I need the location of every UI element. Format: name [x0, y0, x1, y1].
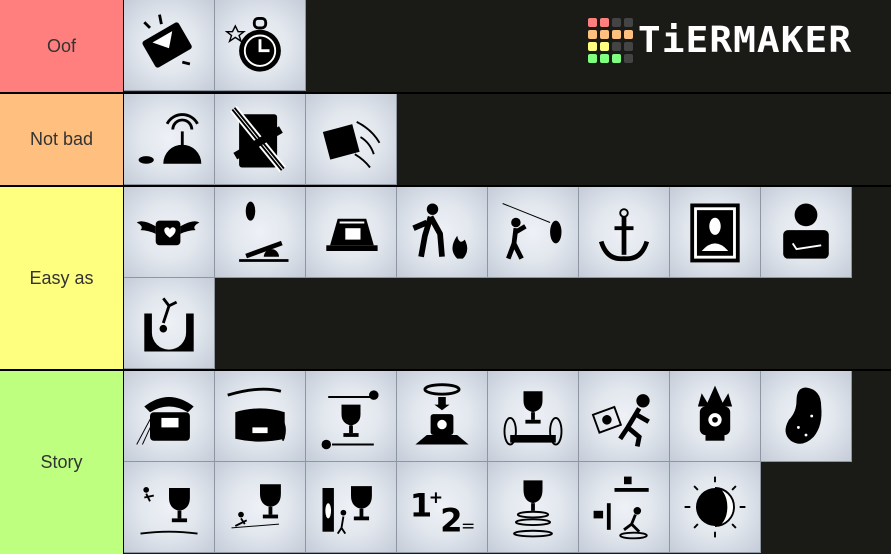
tier-item[interactable]: [761, 187, 852, 278]
logo-grid-cell: [600, 18, 609, 27]
logo-text: TiERMAKER: [637, 19, 853, 61]
tier-item[interactable]: [124, 278, 215, 369]
tier-item[interactable]: [306, 187, 397, 278]
trophy-portal-stack-icon: [513, 480, 553, 538]
overgrown-panel-icon: [227, 387, 286, 442]
logo-grid-cell: [600, 30, 609, 39]
tier-item[interactable]: [306, 371, 397, 462]
tier-board: Oof Not bad Easy as Story 1 +2 = TiERMAKER: [0, 0, 891, 554]
logo-grid-icon: [588, 18, 633, 63]
tier-item[interactable]: [397, 371, 488, 462]
tier-item[interactable]: [306, 94, 397, 185]
tier-item[interactable]: [670, 462, 761, 553]
tier-label[interactable]: Not bad: [0, 94, 124, 185]
tier-items: 1 +2 =: [124, 371, 891, 554]
tier-item[interactable]: 1 +2 =: [397, 462, 488, 553]
tier-item[interactable]: [670, 187, 761, 278]
radar-mouse-icon: [138, 113, 202, 164]
tier-item[interactable]: [761, 371, 852, 462]
falling-person-pit-icon: [144, 297, 194, 352]
tier-items: [124, 187, 891, 369]
tier-row-easy-as: Easy as: [0, 187, 891, 369]
svg-text:2: 2: [440, 502, 462, 540]
logo-grid-cell: [588, 54, 597, 63]
shattered-panel-icon: [142, 14, 192, 68]
tier-label[interactable]: Story: [0, 371, 124, 554]
logo-grid-cell: [600, 42, 609, 51]
tier-item[interactable]: [215, 462, 306, 553]
tier-item[interactable]: [124, 187, 215, 278]
math-1-plus-2-icon: 1+2=: [410, 487, 476, 540]
logo-grid-cell: [612, 18, 621, 27]
tier-label[interactable]: Oof: [0, 0, 124, 92]
person-turret-laser-icon: [502, 203, 562, 260]
logo-grid-cell: [624, 42, 633, 51]
tier-row-story: Story 1 +2 =: [0, 371, 891, 554]
tier-item[interactable]: [488, 371, 579, 462]
logo-grid-cell: [600, 54, 609, 63]
tier-item[interactable]: [124, 94, 215, 185]
crossed-arms-person-icon: [783, 203, 829, 259]
tier-item[interactable]: [215, 187, 306, 278]
moon-sun-icon: [684, 476, 746, 538]
tier-items: [124, 94, 891, 185]
tier-item[interactable]: [488, 462, 579, 553]
trophy-slide-icon: [231, 484, 281, 529]
crowned-core-icon: [697, 385, 733, 441]
tier-item[interactable]: [579, 462, 670, 553]
tier-item[interactable]: [579, 371, 670, 462]
portal-cube-button-icon: [415, 383, 469, 445]
flying-panel-icon: [322, 121, 381, 169]
trophy-lasers-icon: [321, 390, 379, 450]
bed-radio-icon: [326, 218, 378, 251]
trophy-portals-icon: [503, 391, 563, 446]
stopwatch-icon: [224, 16, 281, 72]
logo-grid-cell: [624, 54, 633, 63]
tiermaker-logo[interactable]: TiERMAKER: [588, 18, 851, 63]
logo-grid-cell: [588, 42, 597, 51]
logo-grid-cell: [612, 30, 621, 39]
crossed-door-icon: [230, 105, 287, 173]
potato-icon: [785, 387, 822, 444]
logo-grid-cell: [624, 18, 633, 27]
tier-label[interactable]: Easy as: [0, 187, 124, 369]
tier-item[interactable]: [124, 462, 215, 553]
winged-companion-cube-icon: [136, 220, 200, 246]
tier-item[interactable]: [670, 371, 761, 462]
person-panel-run-icon: [591, 394, 650, 447]
telephone-icon: [136, 397, 194, 445]
tier-item[interactable]: [124, 0, 215, 91]
logo-grid-cell: [588, 30, 597, 39]
person-faith-plate-icon: [593, 476, 649, 540]
logo-grid-cell: [612, 42, 621, 51]
anchor-icon: [598, 208, 650, 262]
turret-catapult-icon: [239, 201, 289, 262]
tier-item[interactable]: [124, 371, 215, 462]
framed-portrait-icon: [690, 203, 740, 263]
logo-grid-cell: [624, 30, 633, 39]
tier-item[interactable]: [215, 94, 306, 185]
tier-item[interactable]: [306, 462, 397, 553]
tier-item[interactable]: [488, 187, 579, 278]
tier-item[interactable]: [579, 187, 670, 278]
person-fire-icon: [412, 203, 468, 259]
tier-item[interactable]: [397, 187, 488, 278]
tier-item[interactable]: [215, 371, 306, 462]
logo-grid-cell: [612, 54, 621, 63]
logo-grid-cell: [588, 18, 597, 27]
trophy-door-person-icon: [322, 486, 372, 535]
tier-item[interactable]: [215, 0, 306, 91]
trophy-fling-icon: [140, 487, 198, 535]
tier-row-not-bad: Not bad: [0, 94, 891, 185]
svg-text:=: =: [461, 517, 475, 537]
